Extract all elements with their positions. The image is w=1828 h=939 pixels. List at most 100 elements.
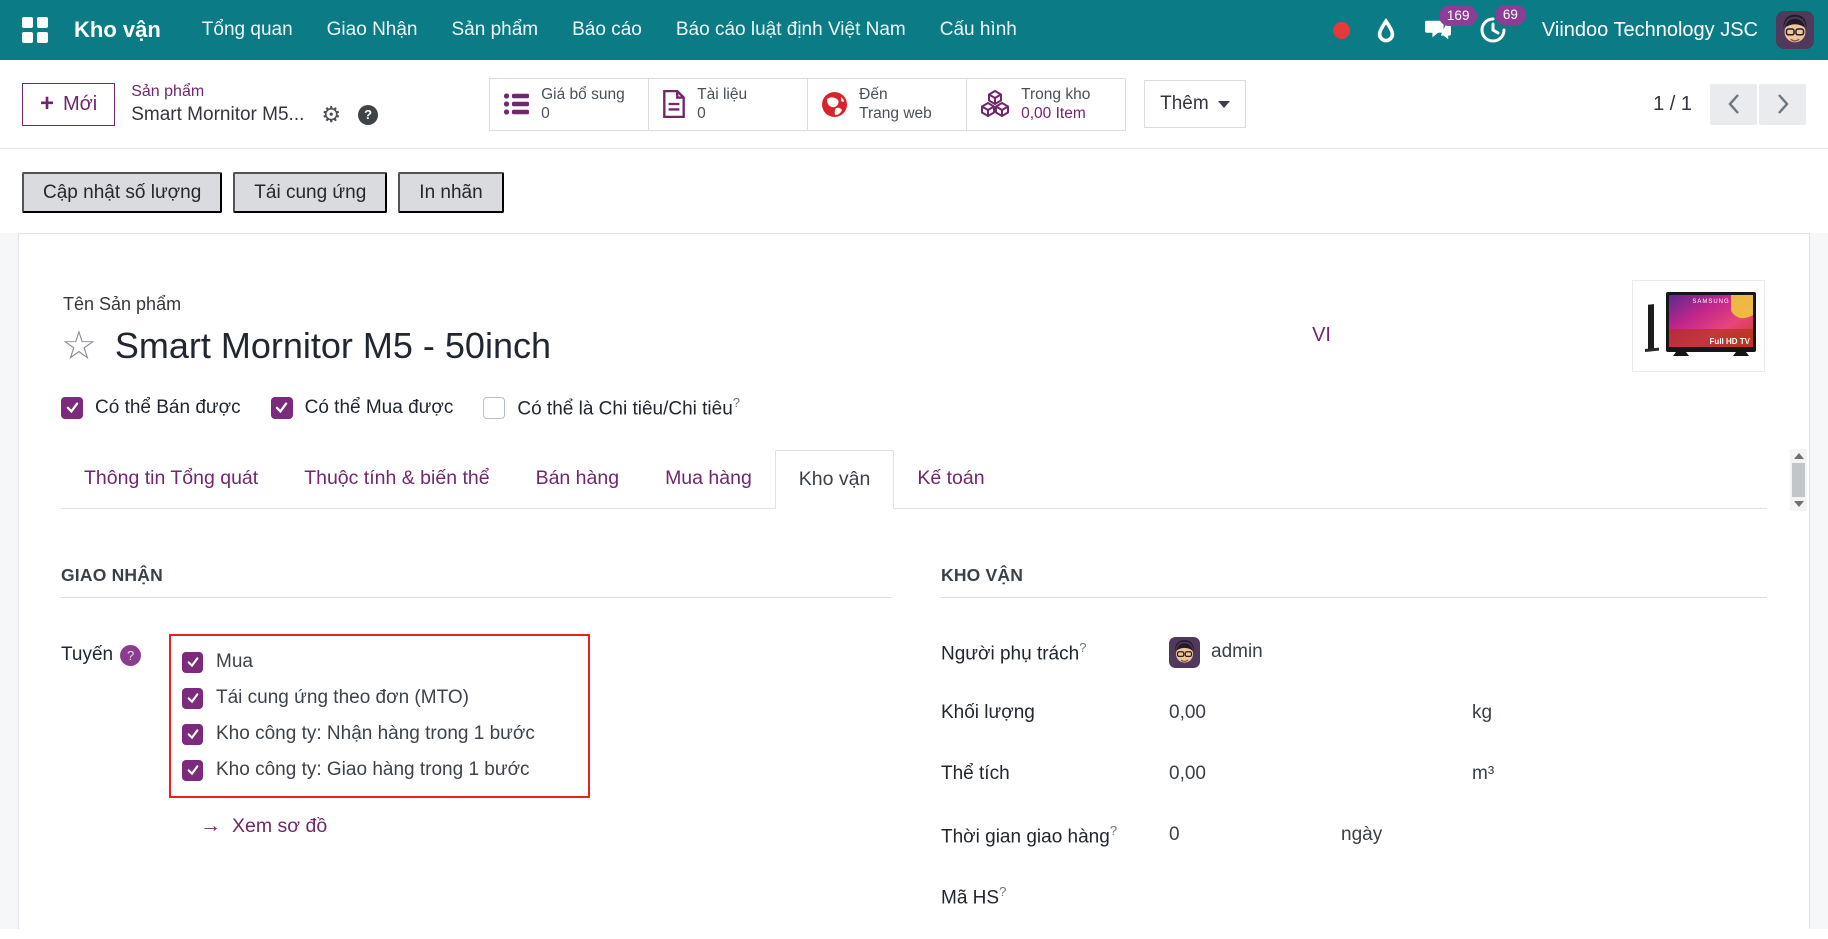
menu-item-cau-hinh[interactable]: Cấu hình [940, 19, 1017, 41]
scrollbar-thumb[interactable] [1792, 463, 1805, 497]
cubes-icon [980, 90, 1010, 118]
stat-value: 0,00 Item [1021, 104, 1090, 123]
section-title-logistics: KHO VẬN [941, 565, 1767, 598]
checkbox-checked-icon[interactable] [271, 397, 293, 419]
routes-field-label: Tuyến [61, 644, 113, 666]
new-button[interactable]: + Mới [22, 83, 115, 126]
stat-button-on-hand[interactable]: Trong kho 0,00 Item [966, 78, 1126, 131]
weight-unit: kg [1472, 702, 1492, 724]
print-labels-button[interactable]: In nhãn [398, 172, 503, 213]
tab-inventory[interactable]: Kho vận [775, 450, 895, 509]
toggle-can-be-purchased[interactable]: Có thể là Chi tiêu/Chi tiêuCó thể Mua đư… [271, 397, 454, 419]
route-option-buy[interactable]: Mua [182, 644, 572, 680]
stat-label: Tài liệu [697, 85, 747, 104]
menu-item-giao-nhan[interactable]: Giao Nhận [327, 19, 418, 41]
plus-icon: + [40, 95, 54, 113]
globe-icon [821, 91, 848, 118]
responsible-user-chip[interactable]: admin [1169, 637, 1263, 668]
messages-icon[interactable]: 169 [1423, 17, 1453, 43]
responsible-value[interactable]: admin [1211, 641, 1263, 663]
menu-item-san-pham[interactable]: Sản phẩm [452, 19, 539, 41]
pager: 1 / 1 [1653, 84, 1806, 125]
lead-time-value[interactable]: 0 [1169, 824, 1341, 846]
route-option-deliver-1-step[interactable]: Kho công ty: Giao hàng trong 1 bước [182, 752, 572, 788]
checkbox-checked-icon[interactable] [182, 688, 203, 709]
menu-item-tong-quan[interactable]: Tổng quan [202, 19, 293, 41]
more-label: Thêm [1160, 93, 1209, 115]
arrow-right-icon: → [200, 814, 221, 838]
help-icon[interactable]: ? [358, 105, 378, 125]
field-hs-code: Mã HS? [941, 878, 1767, 914]
language-badge[interactable]: VI [1312, 324, 1331, 347]
vertical-scrollbar[interactable] [1790, 449, 1807, 511]
tv-side-view [1645, 304, 1659, 352]
field-label: Thời gian giao hàng? [941, 823, 1169, 848]
menu-item-bao-cao-luat-dinh[interactable]: Báo cáo luật định Việt Nam [676, 19, 906, 41]
app-name[interactable]: Kho vận [74, 17, 161, 43]
user-avatar[interactable] [1776, 11, 1814, 49]
field-weight: Khối lượng 0,00 kg [941, 695, 1767, 731]
checkbox-checked-icon[interactable] [182, 652, 203, 673]
field-label: Thể tích [941, 763, 1169, 785]
view-diagram-link[interactable]: → Xem sơ đồ [200, 814, 891, 838]
activities-badge: 69 [1495, 5, 1526, 25]
tab-general-information[interactable]: Thông tin Tổng quát [61, 450, 281, 508]
document-icon [662, 90, 686, 118]
volume-value[interactable]: 0,00 [1169, 763, 1472, 785]
toggle-can-be-sold[interactable]: Có thể Bán được [61, 397, 241, 419]
favorite-star-icon[interactable]: ☆ [61, 326, 97, 366]
activities-clock-icon[interactable]: 69 [1479, 16, 1507, 44]
menu-item-bao-cao[interactable]: Báo cáo [572, 19, 642, 41]
tv-brand-text: SAMSUNG [1692, 299, 1729, 305]
stat-button-documents[interactable]: Tài liệu 0 [648, 78, 808, 131]
weight-value[interactable]: 0,00 [1169, 702, 1472, 724]
gear-icon[interactable]: ⚙ [321, 104, 341, 126]
content-area: Tên Sản phẩm ☆ Smart Mornitor M5 - 50inc… [0, 233, 1828, 929]
form-sheet: Tên Sản phẩm ☆ Smart Mornitor M5 - 50inc… [18, 233, 1810, 929]
checkbox-unchecked-icon[interactable] [483, 397, 505, 419]
company-name[interactable]: Viindoo Technology JSC [1542, 19, 1758, 42]
toggle-label: Có thể Bán được [95, 397, 241, 419]
new-button-label: Mới [63, 93, 97, 116]
more-dropdown-button[interactable]: Thêm [1144, 80, 1246, 128]
update-quantity-button[interactable]: Cập nhật số lượng [22, 172, 222, 213]
stat-button-go-to-website[interactable]: Đến Trang web [807, 78, 967, 131]
checkbox-checked-icon[interactable] [182, 760, 203, 781]
toggle-can-be-expensed[interactable]: Có thể là Chi tiêu/Chi tiêu? [483, 395, 740, 420]
stat-label: Giá bổ sung [541, 85, 625, 104]
pager-next-button[interactable] [1759, 84, 1806, 125]
lead-time-unit: ngày [1341, 824, 1382, 846]
pager-previous-button[interactable] [1710, 84, 1757, 125]
route-option-receive-1-step[interactable]: Kho công ty: Nhận hàng trong 1 bước [182, 716, 572, 752]
tab-attributes-variants[interactable]: Thuộc tính & biến thể [281, 450, 512, 508]
field-customer-lead-time: Thời gian giao hàng? 0 ngày [941, 817, 1767, 853]
product-toggles: Có thể Bán được Có thể là Chi tiêu/Chi t… [61, 395, 1767, 420]
checkbox-checked-icon[interactable] [182, 724, 203, 745]
breadcrumb-parent[interactable]: Sản phẩm [131, 83, 378, 101]
stat-label: Đến [859, 85, 932, 104]
route-option-mto[interactable]: Tái cung ứng theo đơn (MTO) [182, 680, 572, 716]
scroll-down-icon[interactable] [1794, 501, 1804, 507]
product-image[interactable]: SAMSUNG Full HD TV [1632, 280, 1765, 372]
field-label: Người phụ trách? [941, 640, 1169, 665]
list-icon [503, 92, 530, 116]
stat-value: 0 [697, 104, 747, 123]
volume-unit: m³ [1472, 763, 1494, 785]
stat-button-extra-prices[interactable]: Giá bổ sung 0 [489, 78, 649, 131]
scroll-up-icon[interactable] [1794, 453, 1804, 459]
product-title[interactable]: Smart Mornitor M5 - 50inch [115, 325, 551, 367]
droplet-icon[interactable] [1375, 17, 1397, 43]
apps-grid-icon[interactable] [22, 17, 48, 43]
field-volume: Thể tích 0,00 m³ [941, 756, 1767, 792]
pager-count: 1 / 1 [1653, 93, 1692, 116]
checkbox-checked-icon[interactable] [61, 397, 83, 419]
section-title-operations: GIAO NHẬN [61, 565, 891, 598]
replenish-button[interactable]: Tái cung ứng [233, 172, 387, 213]
question-badge-icon[interactable]: ? [120, 645, 141, 666]
tab-purchase[interactable]: Mua hàng [642, 450, 775, 508]
tab-accounting[interactable]: Kế toán [894, 450, 1007, 508]
recording-dot-icon[interactable] [1333, 22, 1350, 39]
section-logistics: KHO VẬN Người phụ trách? [941, 565, 1767, 939]
stat-value: Trang web [859, 104, 932, 123]
tab-sales[interactable]: Bán hàng [513, 450, 643, 508]
